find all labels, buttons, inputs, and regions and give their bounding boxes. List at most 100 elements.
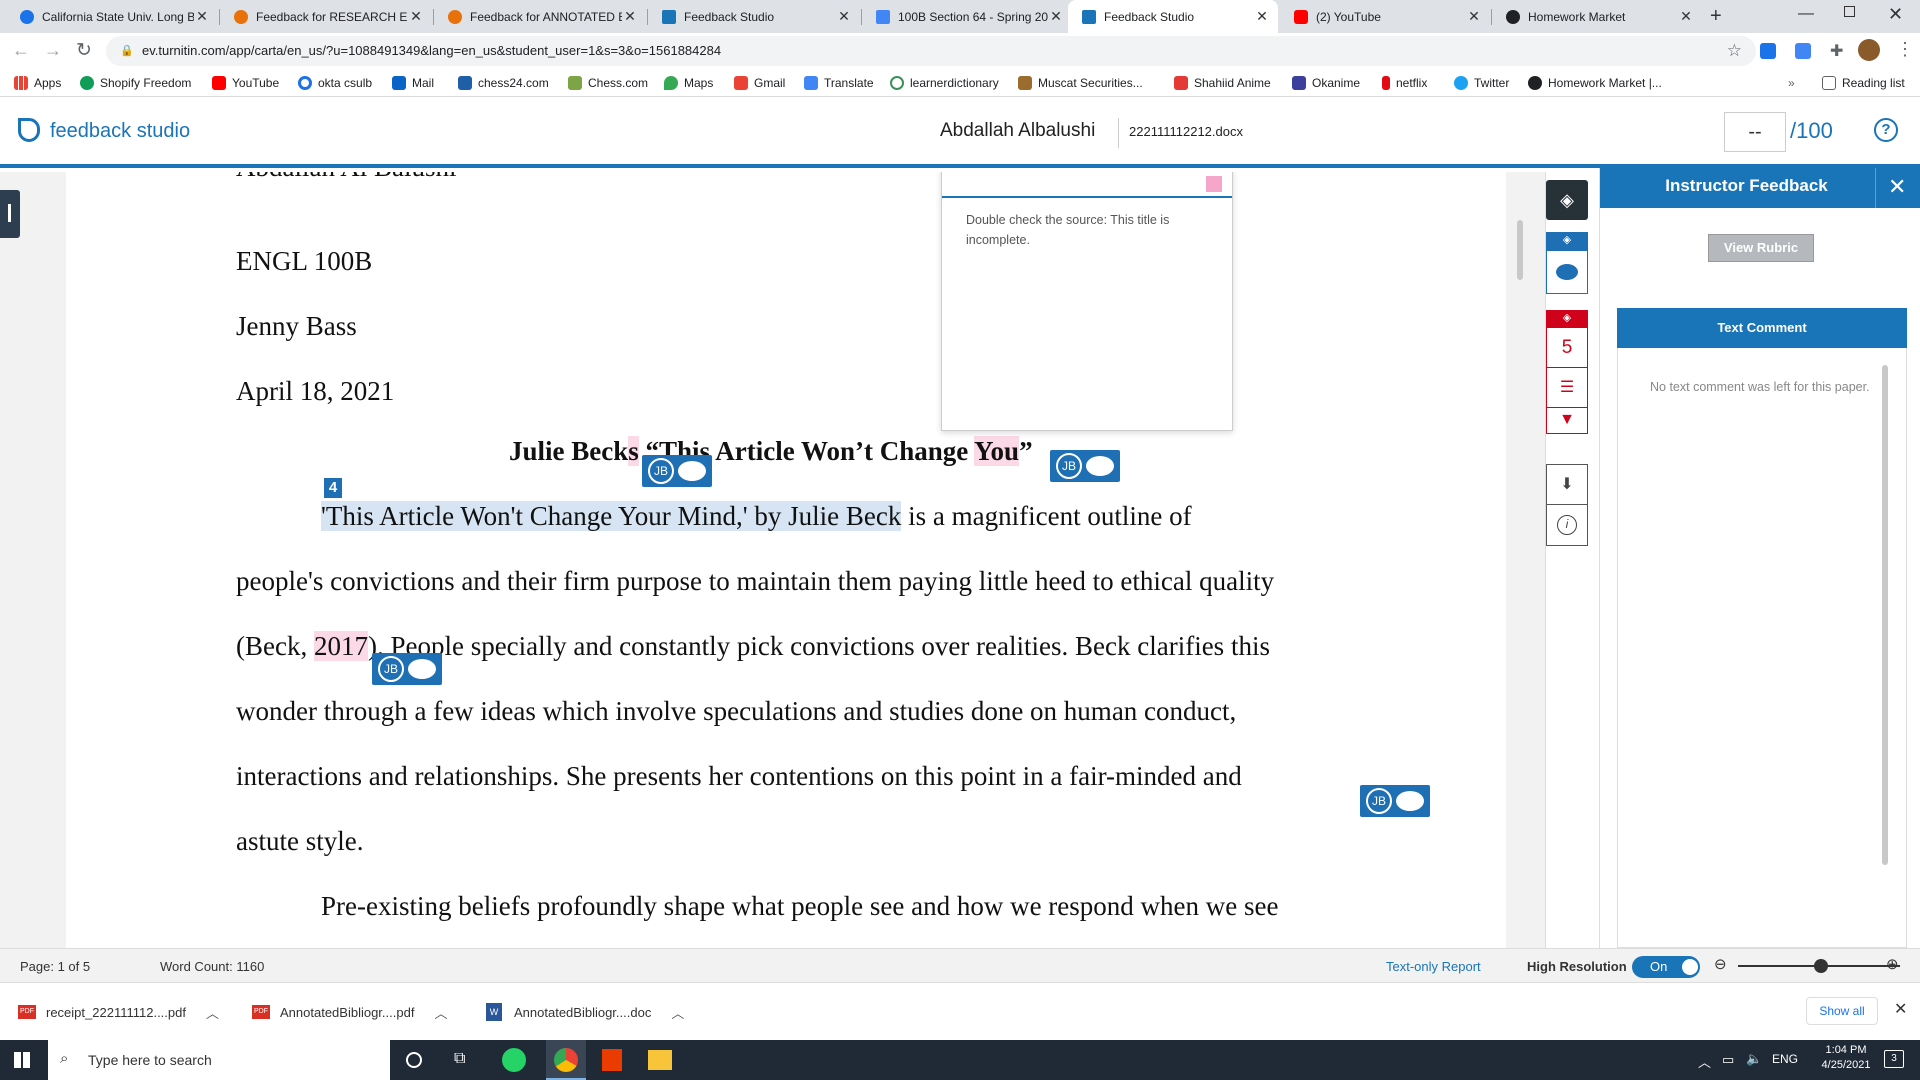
forward-icon[interactable]: → (44, 40, 62, 61)
comment-color-swatch[interactable] (1206, 176, 1222, 192)
address-bar[interactable]: 🔒 ev.turnitin.com/app/carta/en_us/?u=108… (106, 36, 1756, 66)
close-tab-icon[interactable]: ✕ (622, 8, 638, 25)
network-icon[interactable]: ▭ (1722, 1052, 1734, 1068)
tab-feedback-studio-1[interactable]: Feedback Studio ✕ (648, 0, 860, 33)
bookmark-okta[interactable]: okta csulb (298, 69, 372, 97)
file-explorer-icon[interactable] (648, 1050, 672, 1070)
text-only-report-link[interactable]: Text-only Report (1386, 959, 1481, 974)
help-icon[interactable]: ? (1874, 118, 1898, 142)
chevron-up-icon[interactable]: ︿ (206, 1003, 219, 1022)
highlight-title-you[interactable]: You (974, 436, 1020, 466)
match-overview-icon[interactable]: ☰ (1547, 368, 1587, 409)
clock[interactable]: 1:04 PM 4/25/2021 (1814, 1044, 1878, 1071)
reload-icon[interactable]: ↻ (76, 39, 92, 62)
tab-csulb[interactable]: California State Univ. Long B ✕ (6, 0, 218, 33)
bookmark-okanime[interactable]: Okanime (1292, 69, 1360, 97)
download-item[interactable]: PDF AnnotatedBibliogr....pdf ︿ (252, 983, 447, 1041)
close-tab-icon[interactable]: ✕ (1048, 8, 1064, 25)
high-resolution-toggle[interactable]: On (1632, 956, 1700, 978)
zoom-slider-handle[interactable] (1814, 959, 1828, 973)
extension-icon[interactable] (1760, 43, 1776, 59)
similarity-count[interactable]: 5 (1547, 328, 1587, 369)
windows-start-icon[interactable] (14, 1052, 30, 1068)
bookmarks-overflow-icon[interactable]: » (1788, 69, 1795, 97)
close-downloads-icon[interactable]: ✕ (1894, 999, 1907, 1019)
restore-window-icon[interactable] (1844, 6, 1855, 17)
left-panel-toggle[interactable] (0, 190, 20, 238)
highlight-title-s[interactable]: s (628, 436, 639, 466)
info-button[interactable]: i (1547, 505, 1587, 545)
bookmark-mail[interactable]: Mail (392, 69, 434, 97)
chrome-taskbar-button[interactable] (546, 1040, 586, 1080)
puzzle-extensions-icon[interactable]: ✚ (1830, 41, 1843, 61)
close-tab-icon[interactable]: ✕ (1678, 8, 1694, 25)
comment-bubble[interactable]: JB (642, 455, 712, 487)
bookmark-star-icon[interactable]: ☆ (1727, 36, 1742, 66)
comment-bubble[interactable]: JB (372, 653, 442, 685)
highlight-source-title[interactable]: 'This Article Won't Change Your Mind,' b… (321, 501, 902, 531)
close-panel-icon[interactable]: ✕ (1888, 174, 1906, 200)
reading-list-button[interactable]: Reading list (1822, 69, 1905, 97)
grade-input[interactable]: -- (1724, 112, 1786, 152)
cortana-icon[interactable] (406, 1052, 422, 1068)
close-tab-icon[interactable]: ✕ (1254, 8, 1270, 25)
bookmark-shopify[interactable]: Shopify Freedom (80, 69, 191, 97)
layers-button[interactable]: ◈ (1546, 180, 1588, 220)
download-item[interactable]: W AnnotatedBibliogr....doc ︿ (486, 983, 684, 1041)
bookmark-maps[interactable]: Maps (664, 69, 713, 97)
close-tab-icon[interactable]: ✕ (836, 8, 852, 25)
download-icon[interactable]: ⬇ (1547, 465, 1587, 505)
comment-popup[interactable]: Double check the source: This title is i… (941, 172, 1233, 431)
close-tab-icon[interactable]: ✕ (194, 8, 210, 25)
whatsapp-icon[interactable] (502, 1048, 526, 1072)
bookmark-learnerdictionary[interactable]: learnerdictionary (890, 69, 999, 97)
close-tab-icon[interactable]: ✕ (1466, 8, 1482, 25)
tab-homework-market[interactable]: Homework Market ✕ (1492, 0, 1702, 33)
bookmark-apps[interactable]: Apps (14, 69, 61, 97)
bookmark-netflix[interactable]: netflix (1382, 69, 1427, 97)
new-tab-button[interactable]: + (1710, 5, 1722, 28)
translate-extension-icon[interactable] (1795, 43, 1811, 59)
bookmark-chess24[interactable]: chess24.com (458, 69, 549, 97)
tray-chevron-icon[interactable]: ︿ (1698, 1052, 1711, 1071)
tab-feedback-studio-active[interactable]: Feedback Studio ✕ (1068, 0, 1278, 33)
back-icon[interactable]: ← (12, 40, 30, 61)
download-item[interactable]: PDF receipt_222111112....pdf ︿ (18, 983, 219, 1041)
zoom-out-icon[interactable]: ⊖ (1714, 955, 1727, 973)
tab-100b-section[interactable]: 100B Section 64 - Spring 20 ✕ (862, 0, 1072, 33)
close-window-icon[interactable]: ✕ (1888, 4, 1903, 25)
comment-bubble[interactable]: JB (1360, 785, 1430, 817)
bookmark-muscat[interactable]: Muscat Securities... (1018, 69, 1143, 97)
bookmark-youtube[interactable]: YouTube (212, 69, 279, 97)
chevron-up-icon[interactable]: ︿ (434, 1003, 447, 1022)
bookmark-homework-market[interactable]: Homework Market |... (1528, 69, 1662, 97)
similarity-layer-group[interactable]: ◈ 5 ☰ ▼ (1546, 310, 1588, 434)
bookmark-chesscom[interactable]: Chess.com (568, 69, 648, 97)
office-icon[interactable] (602, 1049, 622, 1071)
minimize-window-icon[interactable]: — (1798, 5, 1814, 23)
bookmark-twitter[interactable]: Twitter (1454, 69, 1509, 97)
volume-muted-icon[interactable]: 🔈 (1746, 1051, 1762, 1067)
filter-icon[interactable]: ▼ (1547, 408, 1587, 433)
tab-feedback-annotated[interactable]: Feedback for ANNOTATED B ✕ (434, 0, 646, 33)
feedback-layer-group[interactable]: ◈ (1546, 232, 1588, 294)
chevron-up-icon[interactable]: ︿ (671, 1003, 684, 1022)
show-all-button[interactable]: Show all (1806, 997, 1878, 1025)
taskbar-search[interactable]: ⌕ Type here to search (48, 1040, 390, 1080)
browser-menu-icon[interactable]: ⋮ (1896, 39, 1914, 60)
bookmark-translate[interactable]: Translate (804, 69, 874, 97)
zoom-in-icon[interactable]: ⊕ (1886, 955, 1899, 973)
tab-feedback-research[interactable]: Feedback for RESEARCH ES ✕ (220, 0, 432, 33)
profile-avatar[interactable] (1858, 39, 1880, 61)
view-rubric-button[interactable]: View Rubric (1708, 234, 1814, 262)
tab-youtube[interactable]: (2) YouTube ✕ (1280, 0, 1490, 33)
quickmark-number-badge[interactable]: 4 (324, 478, 342, 498)
language-indicator[interactable]: ENG (1772, 1052, 1798, 1066)
comment-bubble[interactable]: JB (1050, 450, 1120, 482)
highlight-citation-year[interactable]: 2017 (313, 631, 368, 661)
notifications-icon[interactable]: 3 (1884, 1050, 1904, 1068)
doc-scrollbar-thumb[interactable] (1517, 220, 1523, 280)
bookmark-gmail[interactable]: Gmail (734, 69, 785, 97)
bookmark-shahiid[interactable]: Shahiid Anime (1174, 69, 1271, 97)
task-view-icon[interactable]: ⧉ (454, 1050, 465, 1068)
